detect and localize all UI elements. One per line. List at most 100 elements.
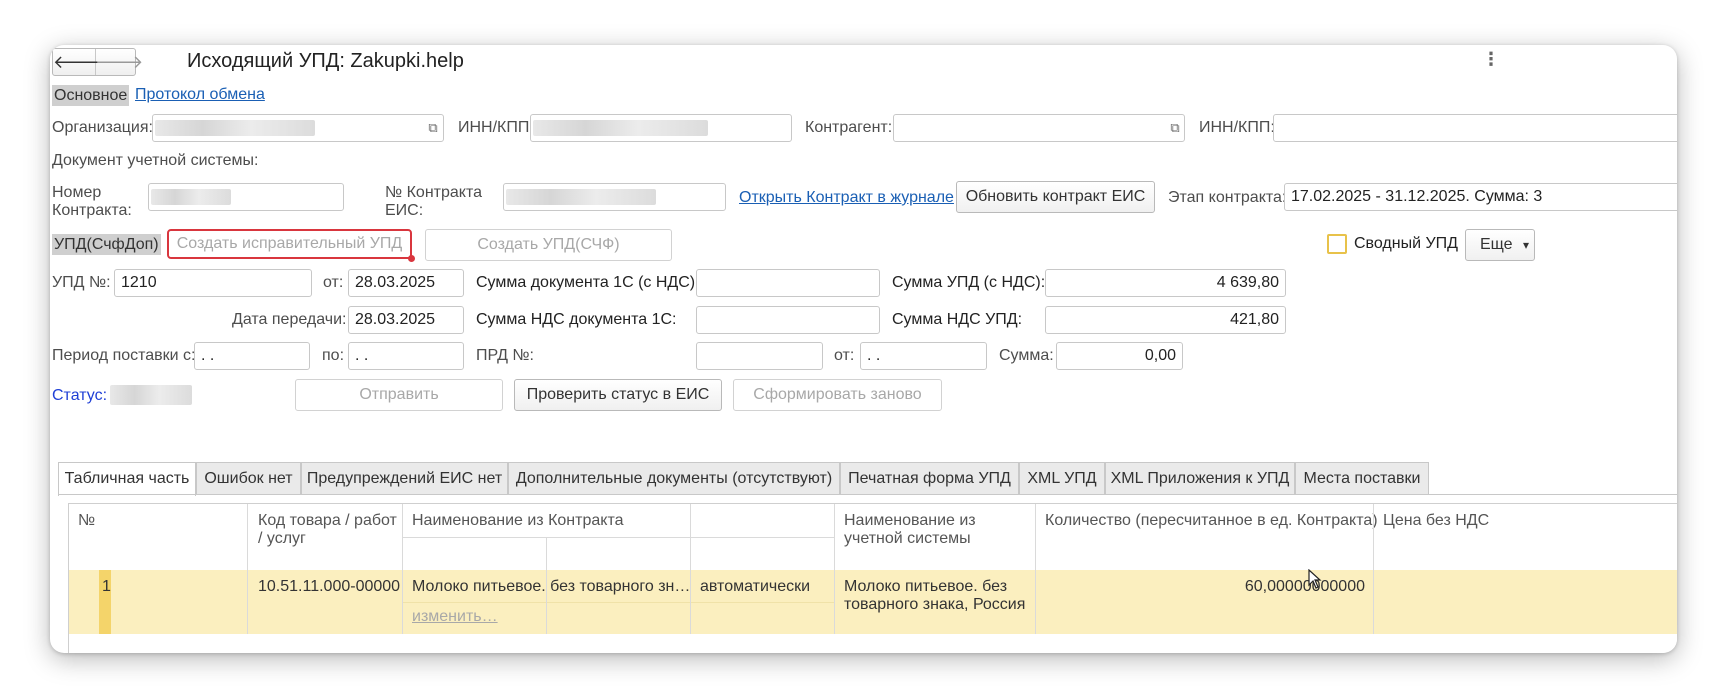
col-header-price: Цена без НДС bbox=[1383, 512, 1490, 529]
contract-eis-label-1: № Контракта bbox=[385, 184, 483, 201]
prd-date-field[interactable]: . . bbox=[860, 342, 987, 370]
upd-window: 🡐 🡒 Исходящий УПД: Zakupki.help ⋮ Основн… bbox=[50, 45, 1677, 653]
chevron-down-icon: ▾ bbox=[1523, 238, 1530, 252]
org-inn-label: ИНН/КПП: bbox=[458, 119, 534, 136]
col-line-7 bbox=[1373, 504, 1374, 634]
sum-upd-label: Сумма УПД (с НДС): bbox=[892, 274, 1046, 291]
row-subdivider bbox=[402, 602, 834, 603]
send-button[interactable]: Отправить bbox=[295, 379, 503, 411]
tab-xml-upd[interactable]: XML УПД bbox=[1019, 462, 1105, 494]
stage-field[interactable]: 17.02.2025 - 31.12.2025. Сумма: 3 bbox=[1284, 183, 1677, 211]
check-status-button[interactable]: Проверить статус в ЕИС bbox=[514, 379, 722, 411]
org-inn-redacted bbox=[533, 120, 708, 136]
prd-date-label: от: bbox=[834, 347, 855, 364]
col-header-name-system-2: учетной системы bbox=[844, 530, 971, 547]
contract-number-label-2: Контракта: bbox=[52, 202, 132, 219]
col-line-3 bbox=[546, 537, 547, 634]
row-name-system-1: Молоко питьевое. без bbox=[844, 578, 1008, 595]
stage-label: Этап контракта: bbox=[1168, 189, 1287, 206]
col-header-qty: Количество (пересчитанное в ед. Контракт… bbox=[1045, 512, 1378, 529]
more-menu-icon[interactable]: ⋮ bbox=[1482, 49, 1500, 70]
upd-section-label: УПД(СчфДоп) bbox=[52, 234, 161, 255]
contract-number-label-1: Номер bbox=[52, 184, 102, 201]
tab-xml-attachments[interactable]: XML Приложения к УПД bbox=[1105, 462, 1295, 494]
forward-button[interactable]: 🡒 bbox=[95, 49, 143, 75]
sum-upd-field[interactable]: 4 639,80 bbox=[1045, 269, 1286, 297]
contract-eis-field[interactable] bbox=[503, 183, 726, 211]
period-from-field[interactable]: . . bbox=[194, 342, 310, 370]
row-mode: автоматически bbox=[700, 578, 811, 595]
open-contractor-icon[interactable]: ⧉ bbox=[1166, 119, 1184, 137]
contract-eis-label-2: ЕИС: bbox=[385, 202, 424, 219]
summary-checkbox-label: Сводный УПД bbox=[1354, 235, 1458, 252]
header-subdivider bbox=[402, 537, 834, 538]
col-line-2 bbox=[402, 504, 403, 634]
tab-exchange-protocol[interactable]: Протокол обмена bbox=[135, 86, 265, 104]
col-line-5 bbox=[834, 504, 835, 634]
tab-delivery-places[interactable]: Места поставки bbox=[1295, 462, 1429, 494]
more-actions-label: Еще bbox=[1480, 236, 1513, 253]
upd-number-label: УПД №: bbox=[52, 274, 111, 291]
upd-number-field[interactable]: 1210 bbox=[114, 269, 312, 297]
transfer-date-label: Дата передачи: bbox=[232, 311, 347, 328]
open-org-icon[interactable]: ⧉ bbox=[424, 119, 442, 137]
row-change-link[interactable]: изменить… bbox=[412, 608, 498, 626]
contractor-field[interactable] bbox=[893, 114, 1185, 142]
goods-table: № Код товара / работ / услуг Наименовани… bbox=[68, 503, 1677, 653]
tab-additional-docs[interactable]: Дополнительные документы (отсутствуют) bbox=[508, 462, 840, 494]
tab-main[interactable]: Основное bbox=[52, 85, 130, 106]
open-contract-link[interactable]: Открыть Контракт в журнале bbox=[739, 189, 954, 207]
update-contract-button[interactable]: Обновить контракт ЕИС bbox=[956, 181, 1155, 213]
vat-1c-label: Сумма НДС документа 1С: bbox=[476, 311, 677, 328]
sum-1c-label: Сумма документа 1С (с НДС): bbox=[476, 274, 700, 291]
tab-table-part[interactable]: Табличная часть bbox=[58, 462, 196, 496]
vat-upd-label: Сумма НДС УПД: bbox=[892, 311, 1023, 328]
org-field[interactable] bbox=[152, 114, 444, 142]
row-code: 10.51.11.000-00000 bbox=[258, 578, 401, 595]
tab-errors[interactable]: Ошибок нет bbox=[196, 462, 301, 494]
org-inn-field[interactable] bbox=[530, 114, 792, 142]
col-header-code-1: Код товара / работ bbox=[258, 512, 397, 529]
contractor-inn-field[interactable] bbox=[1273, 114, 1677, 142]
tab-eis-warnings[interactable]: Предупреждений ЕИС нет bbox=[301, 462, 508, 494]
prd-sum-label: Сумма: bbox=[999, 347, 1054, 364]
period-label: Период поставки с: bbox=[52, 347, 196, 364]
prd-field[interactable] bbox=[696, 342, 823, 370]
col-line-1 bbox=[247, 504, 248, 634]
row-name-system-2: товарного знака, Россия bbox=[844, 596, 1026, 613]
regenerate-button[interactable]: Сформировать заново bbox=[733, 379, 942, 411]
col-header-code-2: / услуг bbox=[258, 530, 306, 547]
sum-1c-field[interactable] bbox=[696, 269, 880, 297]
create-corrective-upd-button[interactable]: Создать исправительный УПД bbox=[167, 229, 412, 259]
tab-print-form[interactable]: Печатная форма УПД bbox=[840, 462, 1019, 494]
table-row[interactable]: 1 10.51.11.000-00000 Молоко питьевое. бе… bbox=[69, 570, 1677, 634]
tabs-divider bbox=[58, 494, 1677, 495]
vat-upd-field[interactable]: 421,80 bbox=[1045, 306, 1286, 334]
contract-number-redacted bbox=[151, 189, 231, 205]
transfer-date-field[interactable]: 28.03.2025 bbox=[348, 306, 464, 334]
doc-section-label: Документ учетной системы: bbox=[52, 152, 259, 169]
contract-eis-redacted bbox=[506, 189, 656, 205]
period-to-field[interactable]: . . bbox=[348, 342, 464, 370]
contract-number-field[interactable] bbox=[148, 183, 344, 211]
summary-checkbox[interactable] bbox=[1327, 234, 1347, 254]
corrective-marker bbox=[408, 255, 415, 262]
prd-label: ПРД №: bbox=[476, 347, 534, 364]
page-title: Исходящий УПД: Zakupki.help bbox=[187, 50, 464, 72]
nav-buttons: 🡐 🡒 bbox=[52, 48, 143, 76]
status-label: Статус: bbox=[52, 387, 108, 404]
period-to-label: по: bbox=[322, 347, 345, 364]
arrow-right-icon: 🡒 bbox=[95, 52, 144, 72]
org-label: Организация: bbox=[52, 119, 153, 136]
more-actions-button[interactable]: Еще ▾ bbox=[1465, 229, 1535, 261]
row-num: 1 bbox=[102, 578, 111, 595]
contractor-label: Контрагент: bbox=[805, 119, 893, 136]
col-header-num: № bbox=[78, 512, 96, 529]
upd-date-field[interactable]: 28.03.2025 bbox=[348, 269, 464, 297]
status-redacted bbox=[110, 385, 192, 405]
prd-sum-field[interactable]: 0,00 bbox=[1056, 342, 1183, 370]
mouse-cursor-icon bbox=[1308, 569, 1322, 589]
vat-1c-field[interactable] bbox=[696, 306, 880, 334]
create-upd-button[interactable]: Создать УПД(СЧФ) bbox=[425, 229, 672, 261]
back-button[interactable]: 🡐 bbox=[53, 49, 101, 75]
